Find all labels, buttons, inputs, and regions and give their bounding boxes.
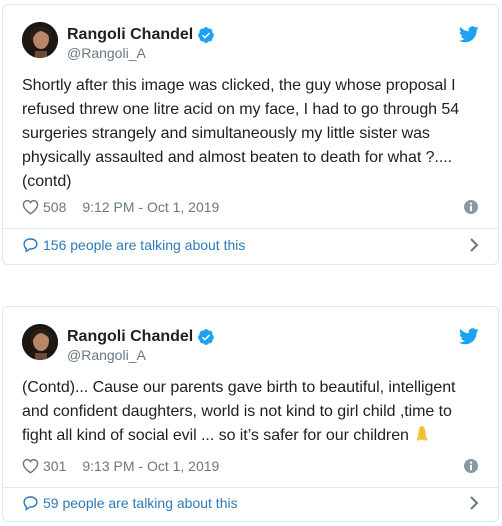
author-name[interactable]: Rangoli Chandel bbox=[67, 328, 193, 346]
tweet-header: Rangoli Chandel @Rangoli_A bbox=[3, 307, 498, 367]
like-count[interactable]: 301 bbox=[43, 458, 66, 474]
discussion-text[interactable]: 59 people are talking about this bbox=[43, 495, 238, 511]
speech-bubble-icon bbox=[23, 238, 38, 253]
heart-icon[interactable] bbox=[22, 458, 39, 474]
tweet-text: Shortly after this image was clicked, th… bbox=[22, 77, 460, 190]
twitter-bird-icon[interactable] bbox=[459, 328, 479, 345]
tweet-card[interactable]: Rangoli Chandel @Rangoli_A (Contd)... Ca… bbox=[2, 306, 499, 522]
chevron-right-icon[interactable] bbox=[469, 495, 479, 511]
chevron-right-icon[interactable] bbox=[469, 237, 479, 253]
like-count[interactable]: 508 bbox=[43, 199, 66, 215]
speech-bubble-icon bbox=[23, 496, 38, 511]
tweet-meta: 508 9:12 PM - Oct 1, 2019 bbox=[22, 198, 479, 216]
avatar[interactable] bbox=[22, 324, 58, 360]
author-name[interactable]: Rangoli Chandel bbox=[67, 26, 193, 44]
discussion-link[interactable]: 156 people are talking about this bbox=[22, 235, 479, 255]
info-icon[interactable] bbox=[463, 458, 479, 474]
avatar[interactable] bbox=[22, 22, 58, 58]
author-handle[interactable]: @Rangoli_A bbox=[67, 347, 146, 363]
tweet-header: Rangoli Chandel @Rangoli_A bbox=[3, 5, 498, 65]
tweet-meta: 301 9:13 PM - Oct 1, 2019 bbox=[22, 457, 479, 475]
tweet-text-body: (Contd)... Cause our parents gave birth … bbox=[22, 379, 456, 444]
folded-hands-emoji-icon bbox=[416, 425, 428, 441]
twitter-bird-icon[interactable] bbox=[459, 26, 479, 43]
info-icon[interactable] bbox=[463, 199, 479, 215]
author-handle[interactable]: @Rangoli_A bbox=[67, 45, 146, 61]
tweet-text: (Contd)... Cause our parents gave birth … bbox=[22, 376, 484, 448]
tweet-timestamp[interactable]: 9:12 PM - Oct 1, 2019 bbox=[82, 199, 219, 215]
divider bbox=[3, 228, 498, 229]
discussion-text[interactable]: 156 people are talking about this bbox=[43, 237, 245, 253]
divider bbox=[3, 487, 498, 488]
verified-badge-icon bbox=[198, 27, 215, 43]
heart-icon[interactable] bbox=[22, 199, 39, 215]
verified-badge-icon bbox=[198, 329, 215, 345]
tweet-card[interactable]: Rangoli Chandel @Rangoli_A Shortly after… bbox=[2, 4, 499, 265]
discussion-link[interactable]: 59 people are talking about this bbox=[22, 493, 479, 513]
tweet-timestamp[interactable]: 9:13 PM - Oct 1, 2019 bbox=[82, 458, 219, 474]
